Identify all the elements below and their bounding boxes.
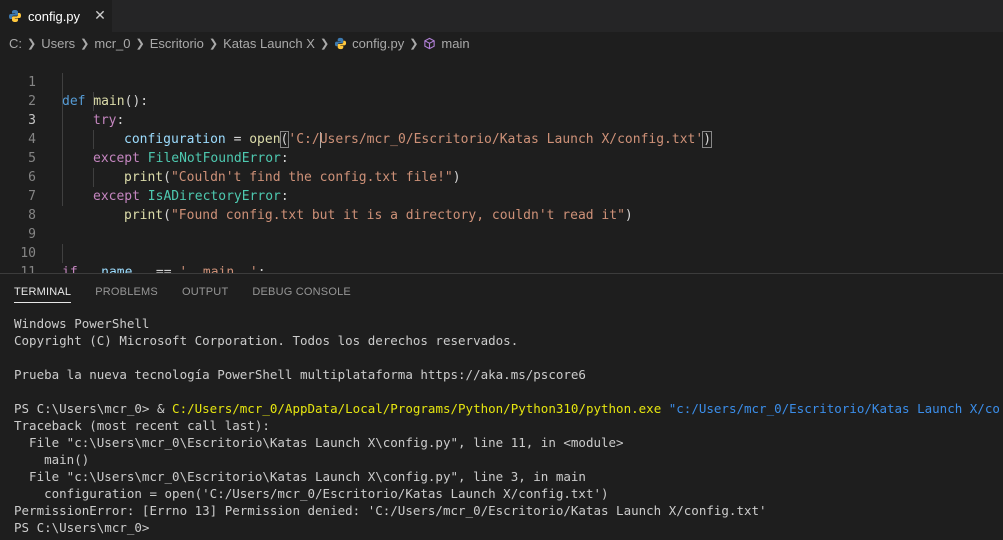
- tab-terminal[interactable]: TERMINAL: [14, 286, 72, 303]
- breadcrumb-item-escritorio[interactable]: Escritorio: [150, 36, 204, 51]
- tab-output[interactable]: OUTPUT: [182, 286, 228, 303]
- code-line: 4 except FileNotFoundError:: [0, 111, 1003, 166]
- code-line: 9: [0, 206, 1003, 242]
- terminal-line: Traceback (most recent call last):: [14, 418, 270, 433]
- tab-config-py[interactable]: config.py ✕: [0, 0, 112, 32]
- editor-tab-bar: config.py ✕: [0, 0, 1003, 32]
- tab-debug-console[interactable]: DEBUG CONSOLE: [252, 286, 351, 303]
- terminal-exe-path: C:/Users/mcr_0/AppData/Local/Programs/Py…: [172, 401, 662, 416]
- breadcrumb-item-folder[interactable]: Katas Launch X: [223, 36, 315, 51]
- close-tab-icon[interactable]: ✕: [93, 8, 107, 22]
- method-cube-icon: [424, 37, 436, 49]
- terminal-line: Windows PowerShell: [14, 316, 150, 331]
- breadcrumb-item-symbol[interactable]: main: [441, 36, 469, 51]
- terminal-line: File "c:\Users\mcr_0\Escritorio\Katas La…: [14, 435, 624, 450]
- code-line-active: 3 configuration = open('C:/Users/mcr_0/E…: [0, 92, 1003, 148]
- code-line: 11 main(): [0, 244, 1003, 299]
- code-line: 2 try:: [0, 73, 1003, 128]
- breadcrumb-item-drive[interactable]: C:: [9, 36, 22, 51]
- terminal-line: Prueba la nueva tecnología PowerShell mu…: [14, 367, 586, 382]
- python-file-icon: [335, 37, 347, 49]
- chevron-right-icon: ❯: [319, 37, 330, 50]
- chevron-right-icon: ❯: [80, 37, 90, 50]
- terminal-output[interactable]: Windows PowerShell Copyright (C) Microso…: [14, 315, 999, 536]
- terminal-prompt: PS C:\Users\mcr_0> &: [14, 401, 173, 416]
- chevron-right-icon: ❯: [409, 37, 419, 50]
- code-line: 8: [0, 187, 1003, 223]
- code-line: 7 print("Found config.txt but it is a di…: [0, 168, 1003, 223]
- terminal-line: File "c:\Users\mcr_0\Escritorio\Katas La…: [14, 469, 586, 484]
- chevron-right-icon: ❯: [135, 37, 145, 50]
- code-editor[interactable]: 1 def main(): 2 try: 3 configuration = o…: [0, 54, 1003, 299]
- code-line: 6 except IsADirectoryError:: [0, 149, 1003, 204]
- terminal-script-arg: "c:/Users/mcr_0/Escritorio/Katas Launch …: [668, 401, 999, 416]
- python-file-icon: [9, 10, 21, 22]
- terminal-line: PermissionError: [Errno 13] Permission d…: [14, 503, 767, 518]
- terminal-prompt-line: PS C:\Users\mcr_0>: [14, 520, 150, 535]
- breadcrumb-item-users[interactable]: Users: [41, 36, 75, 51]
- terminal-line: configuration = open('C:/Users/mcr_0/Esc…: [14, 486, 609, 501]
- breadcrumb-item-user[interactable]: mcr_0: [94, 36, 130, 51]
- chevron-right-icon: ❯: [27, 37, 37, 50]
- tab-label: config.py: [28, 8, 81, 24]
- terminal-line: Copyright (C) Microsoft Corporation. Tod…: [14, 333, 519, 348]
- breadcrumb-item-file[interactable]: config.py: [352, 36, 404, 51]
- terminal-line: main(): [14, 452, 90, 467]
- code-line: 1 def main():: [0, 54, 1003, 109]
- code-line: 5 print("Couldn't find the config.txt fi…: [0, 130, 1003, 185]
- tab-problems[interactable]: PROBLEMS: [95, 286, 158, 303]
- breadcrumb: C: ❯ Users ❯ mcr_0 ❯ Escritorio ❯ Katas …: [0, 32, 1003, 54]
- code-line: 10 if __name__ == '__main__':: [0, 225, 1003, 280]
- panel-tabs: TERMINAL PROBLEMS OUTPUT DEBUG CONSOLE: [14, 286, 375, 303]
- terminal-command-line: PS C:\Users\mcr_0> & C:/Users/mcr_0/AppD…: [14, 400, 999, 417]
- bottom-panel: TERMINAL PROBLEMS OUTPUT DEBUG CONSOLE W…: [0, 273, 1003, 540]
- chevron-right-icon: ❯: [208, 37, 219, 50]
